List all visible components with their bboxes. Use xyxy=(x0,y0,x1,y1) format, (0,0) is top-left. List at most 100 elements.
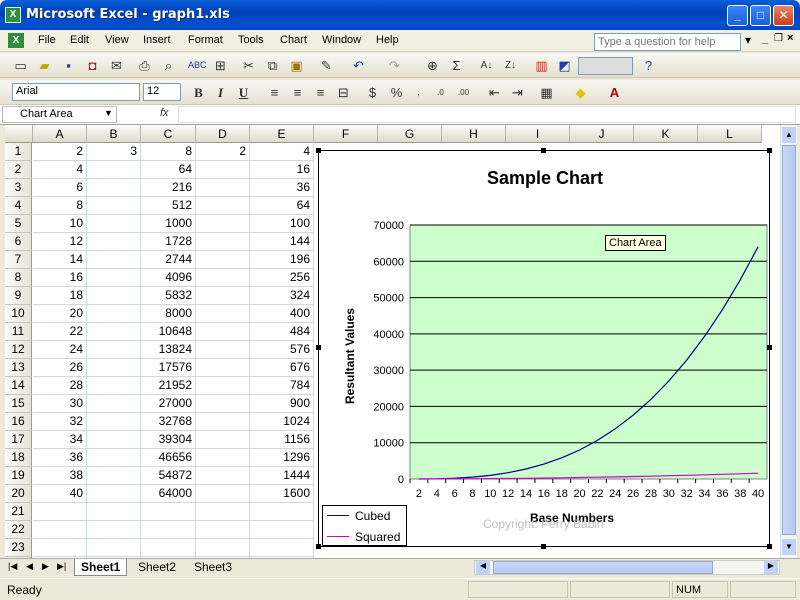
name-box[interactable]: Chart Area xyxy=(2,106,117,123)
cell-B11[interactable] xyxy=(87,323,141,341)
row-header[interactable]: 20 xyxy=(5,485,32,503)
cell-C16[interactable]: 32768 xyxy=(141,413,196,431)
zoom-select[interactable] xyxy=(578,57,633,75)
help-search-input[interactable] xyxy=(594,33,741,51)
chart-handle[interactable] xyxy=(541,148,546,153)
undo-icon[interactable]: ↶ xyxy=(350,57,367,74)
copy-icon[interactable]: ⧉ xyxy=(264,57,281,74)
cell-B5[interactable] xyxy=(87,215,141,233)
decrease-decimal-icon[interactable]: .00 xyxy=(455,84,472,101)
close-button[interactable]: ✕ xyxy=(773,5,794,26)
row-header[interactable]: 4 xyxy=(5,197,32,215)
sort-descending-icon[interactable]: Z↓ xyxy=(502,57,519,74)
cell-E13[interactable]: 676 xyxy=(250,359,314,377)
cell-D16[interactable] xyxy=(196,413,250,431)
cell-B7[interactable] xyxy=(87,251,141,269)
permission-icon[interactable]: ◘ xyxy=(84,57,101,74)
cell-B4[interactable] xyxy=(87,197,141,215)
horizontal-scroll-thumb[interactable] xyxy=(493,561,713,574)
cell-C3[interactable]: 216 xyxy=(141,179,196,197)
cell-C17[interactable]: 39304 xyxy=(141,431,196,449)
cell-A21[interactable] xyxy=(33,503,87,521)
vertical-scroll-thumb[interactable] xyxy=(782,145,796,535)
row-header[interactable]: 3 xyxy=(5,179,32,197)
chart-handle[interactable] xyxy=(767,345,772,350)
cell-C23[interactable] xyxy=(141,539,196,557)
column-header-C[interactable]: C xyxy=(141,125,196,143)
menu-help[interactable]: Help xyxy=(376,34,399,46)
doc-close-icon[interactable]: × xyxy=(787,32,793,44)
align-left-icon[interactable]: ≡ xyxy=(266,84,283,101)
excel-app-icon[interactable]: X xyxy=(5,7,21,23)
cell-E19[interactable]: 1444 xyxy=(250,467,314,485)
cell-E18[interactable]: 1296 xyxy=(250,449,314,467)
row-header[interactable]: 10 xyxy=(5,305,32,323)
cell-B12[interactable] xyxy=(87,341,141,359)
row-header[interactable]: 13 xyxy=(5,359,32,377)
vertical-scrollbar[interactable]: ▲ ▼ xyxy=(780,125,797,558)
tab-sheet2[interactable]: Sheet2 xyxy=(134,560,180,574)
menu-tools[interactable]: Tools xyxy=(238,34,264,46)
column-header-A[interactable]: A xyxy=(33,125,87,143)
row-header[interactable]: 8 xyxy=(5,269,32,287)
increase-indent-icon[interactable]: ⇥ xyxy=(509,84,526,101)
doc-restore-icon[interactable]: ❐ xyxy=(774,33,783,44)
cell-A7[interactable]: 14 xyxy=(33,251,87,269)
cell-C6[interactable]: 1728 xyxy=(141,233,196,251)
cell-A3[interactable]: 6 xyxy=(33,179,87,197)
cell-A11[interactable]: 22 xyxy=(33,323,87,341)
column-header-K[interactable]: K xyxy=(634,125,698,143)
cell-B15[interactable] xyxy=(87,395,141,413)
borders-icon[interactable]: ▦ xyxy=(538,84,555,101)
menu-view[interactable]: View xyxy=(105,34,129,46)
chart-handle[interactable] xyxy=(767,148,772,153)
cell-E10[interactable]: 400 xyxy=(250,305,314,323)
cell-E17[interactable]: 1156 xyxy=(250,431,314,449)
cell-D20[interactable] xyxy=(196,485,250,503)
row-header[interactable]: 19 xyxy=(5,467,32,485)
cell-D22[interactable] xyxy=(196,521,250,539)
cell-C1[interactable]: 8 xyxy=(141,143,196,161)
cell-B13[interactable] xyxy=(87,359,141,377)
italic-button[interactable]: I xyxy=(212,84,229,101)
row-header[interactable]: 1 xyxy=(5,143,32,161)
row-header[interactable]: 9 xyxy=(5,287,32,305)
menu-chart[interactable]: Chart xyxy=(280,34,307,46)
cell-A16[interactable]: 32 xyxy=(33,413,87,431)
column-header-F[interactable]: F xyxy=(314,125,378,143)
research-icon[interactable]: ⊞ xyxy=(212,57,229,74)
print-preview-icon[interactable]: ⌕ xyxy=(160,57,177,74)
cut-icon[interactable]: ✂ xyxy=(240,57,257,74)
chart-legend[interactable]: Cubed Squared xyxy=(322,505,407,546)
row-header[interactable]: 6 xyxy=(5,233,32,251)
cell-A13[interactable]: 26 xyxy=(33,359,87,377)
row-header[interactable]: 17 xyxy=(5,431,32,449)
cell-D8[interactable] xyxy=(196,269,250,287)
help-dropdown-icon[interactable]: ▾ xyxy=(745,33,751,47)
cell-E3[interactable]: 36 xyxy=(250,179,314,197)
merge-center-icon[interactable]: ⊟ xyxy=(335,84,352,101)
cell-E11[interactable]: 484 xyxy=(250,323,314,341)
cell-E21[interactable] xyxy=(250,503,314,521)
cell-C9[interactable]: 5832 xyxy=(141,287,196,305)
menu-format[interactable]: Format xyxy=(188,34,223,46)
scroll-down-icon[interactable]: ▼ xyxy=(782,539,796,555)
cell-B8[interactable] xyxy=(87,269,141,287)
increase-decimal-icon[interactable]: .0 xyxy=(432,84,449,101)
select-all-corner[interactable] xyxy=(5,125,33,143)
spelling-icon[interactable]: ABC xyxy=(188,57,207,74)
prev-sheet-icon[interactable]: ◀ xyxy=(26,561,33,572)
horizontal-scrollbar[interactable]: ◀ ▶ xyxy=(474,560,780,575)
workbook-icon[interactable]: X xyxy=(8,33,24,48)
chart-handle[interactable] xyxy=(767,544,772,549)
cell-C20[interactable]: 64000 xyxy=(141,485,196,503)
chart-svg[interactable]: 0100002000030000400005000060000700002 4 6 8… xyxy=(319,151,771,548)
tab-sheet3[interactable]: Sheet3 xyxy=(190,560,236,574)
cell-A1[interactable]: 2 xyxy=(33,143,87,161)
row-header[interactable]: 12 xyxy=(5,341,32,359)
font-color-icon[interactable]: A xyxy=(606,84,623,101)
cell-B14[interactable] xyxy=(87,377,141,395)
cell-B21[interactable] xyxy=(87,503,141,521)
column-header-I[interactable]: I xyxy=(506,125,570,143)
column-header-D[interactable]: D xyxy=(196,125,250,143)
